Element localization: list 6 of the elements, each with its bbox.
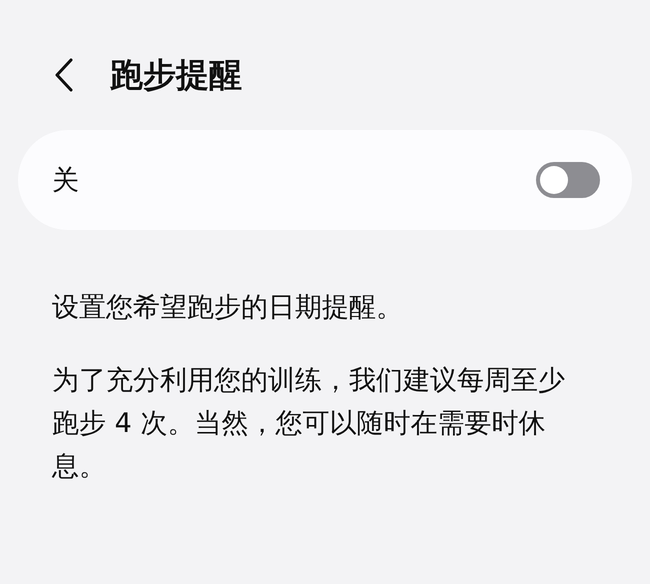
toggle-switch[interactable] [536, 162, 600, 198]
toggle-label: 关 [52, 164, 79, 198]
page-title: 跑步提醒 [110, 54, 242, 96]
description-text: 为了充分利用您的训练，我们建议每周至少跑步 4 次。当然，您可以随时在需要时休息。 [52, 364, 566, 484]
description-text: 设置您希望跑步的日期提醒。 [52, 291, 404, 325]
back-icon[interactable] [54, 58, 74, 92]
